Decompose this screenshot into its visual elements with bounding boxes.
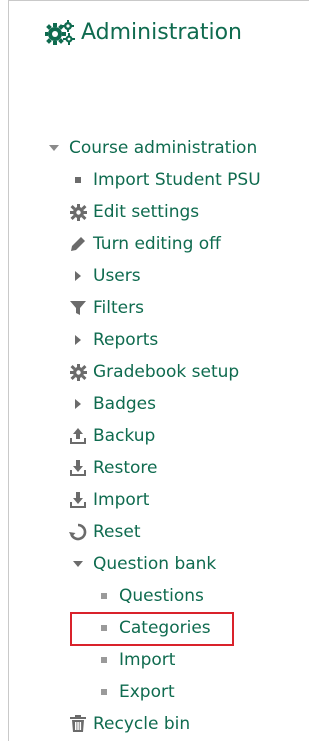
tree-item-edit-settings[interactable]: Edit settings <box>69 199 199 225</box>
tree-item-label: Badges <box>93 394 156 414</box>
tree-item-course-administration[interactable]: Course administration <box>45 135 257 161</box>
tree-item-backup[interactable]: Backup <box>69 423 155 449</box>
tree-item-filters[interactable]: Filters <box>69 295 144 321</box>
triangle-down-icon <box>45 139 63 157</box>
tree-item-restore[interactable]: Restore <box>69 455 158 481</box>
tree-item-label: Users <box>93 266 141 286</box>
filter-icon <box>69 299 87 317</box>
block-header: Administration <box>45 19 242 47</box>
gear-icon <box>69 363 87 381</box>
reset-icon <box>69 523 87 541</box>
tree-item-question-bank[interactable]: Question bank <box>69 551 216 577</box>
tree-item-label: Course administration <box>69 138 258 158</box>
block-title: Administration <box>81 20 242 45</box>
tree-item-questions[interactable]: Questions <box>95 583 204 609</box>
tree-item-label: Import <box>93 490 150 510</box>
tree-item-label: Import <box>119 650 176 670</box>
bullet-icon <box>95 683 113 701</box>
tree-item-label: Gradebook setup <box>93 362 240 382</box>
download-icon <box>69 459 87 477</box>
gear-icon <box>69 203 87 221</box>
tree-item-label: Backup <box>93 426 156 446</box>
tree-item-label: Import Student PSU <box>93 170 261 190</box>
bullet-icon <box>95 587 113 605</box>
cogs-icon <box>45 19 75 47</box>
tree-item-question-export[interactable]: Export <box>95 679 175 705</box>
tree-item-label: Restore <box>93 458 158 478</box>
tree-item-turn-editing-off[interactable]: Turn editing off <box>69 231 221 257</box>
categories-highlight-box <box>70 612 234 646</box>
tree-item-label: Question bank <box>93 554 217 574</box>
tree-item-recycle-bin[interactable]: Recycle bin <box>69 711 190 737</box>
tree-item-gradebook-setup[interactable]: Gradebook setup <box>69 359 239 385</box>
trash-icon <box>69 715 87 733</box>
triangle-right-icon <box>69 331 87 349</box>
tree-item-users[interactable]: Users <box>69 263 141 289</box>
tree-item-label: Edit settings <box>93 202 200 222</box>
tree-item-label: Filters <box>93 298 144 318</box>
tree-item-badges[interactable]: Badges <box>69 391 156 417</box>
download-icon <box>69 491 87 509</box>
tree-item-import[interactable]: Import <box>69 487 149 513</box>
tree-item-question-import[interactable]: Import <box>95 647 175 673</box>
bullet-icon <box>95 651 113 669</box>
pencil-icon <box>69 235 87 253</box>
tree-item-label: Reset <box>93 522 141 542</box>
tree-item-label: Recycle bin <box>93 714 191 734</box>
tree-item-reports[interactable]: Reports <box>69 327 158 353</box>
tree-item-label: Reports <box>93 330 159 350</box>
upload-icon <box>69 427 87 445</box>
triangle-down-icon <box>69 555 87 573</box>
bullet-icon <box>69 171 87 189</box>
tree-item-label: Turn editing off <box>93 234 221 254</box>
tree-item-label: Questions <box>119 586 204 606</box>
triangle-right-icon <box>69 267 87 285</box>
tree-item-reset[interactable]: Reset <box>69 519 141 545</box>
tree-item-import-student-psu[interactable]: Import Student PSU <box>69 167 261 193</box>
triangle-right-icon <box>69 395 87 413</box>
tree-item-label: Export <box>119 682 175 702</box>
